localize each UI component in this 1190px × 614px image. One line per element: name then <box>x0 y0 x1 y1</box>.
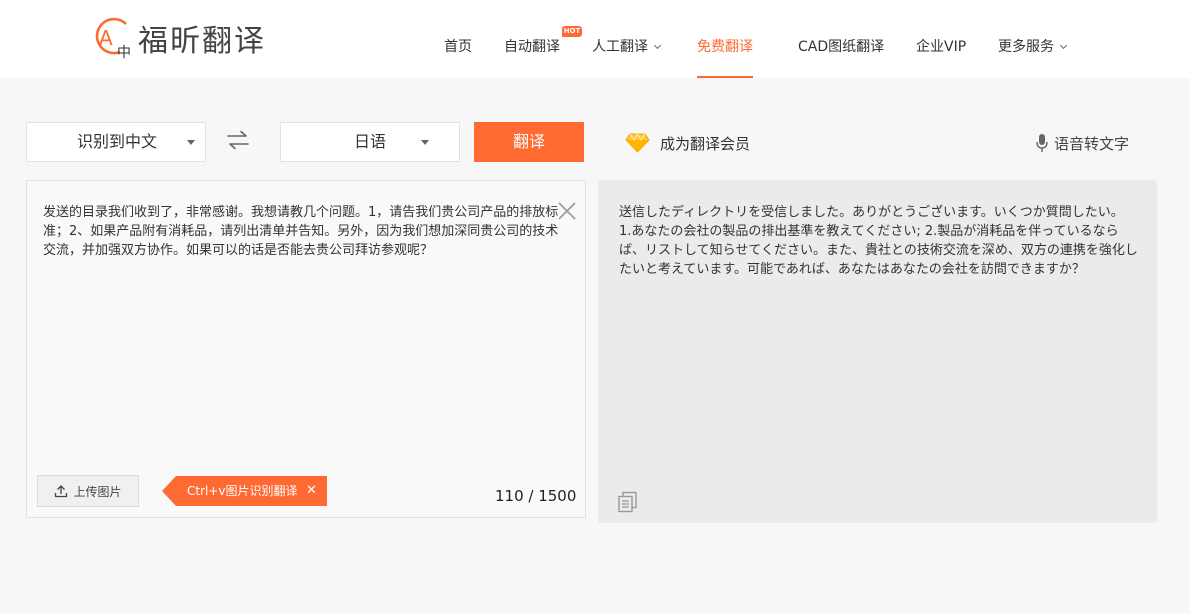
logo-circle-icon: A 中 <box>95 17 131 61</box>
active-nav-underline <box>697 76 753 78</box>
translate-button[interactable]: 翻译 <box>474 122 584 162</box>
swap-arrows-icon[interactable] <box>226 130 250 150</box>
nav-human-translate-label: 人工翻译 <box>592 39 648 55</box>
microphone-icon <box>1036 134 1048 152</box>
voice-label: 语音转文字 <box>1054 134 1130 153</box>
source-textarea[interactable]: 发送的目录我们收到了，非常感谢。我想请教几个问题。1，请告我们贵公司产品的排放标… <box>43 203 563 260</box>
source-language-value: 识别到中文 <box>77 132 158 151</box>
nav-more-services-label: 更多服务 <box>998 39 1054 55</box>
caret-down-icon <box>187 140 195 145</box>
voice-to-text-link[interactable]: 语音转文字 <box>1035 131 1129 155</box>
vip-label: 成为翻译会员 <box>660 134 751 153</box>
source-text-panel[interactable]: 发送的目录我们收到了，非常感谢。我想请教几个问题。1，请告我们贵公司产品的排放标… <box>26 180 586 518</box>
copy-icon[interactable] <box>617 491 639 513</box>
hot-badge: HOT <box>562 26 582 37</box>
brand-name: 福昕翻译 <box>138 24 266 59</box>
upload-image-button[interactable]: 上传图片 <box>37 475 139 507</box>
nav-auto-translate[interactable]: 自动翻译 <box>504 38 560 56</box>
nav-free-translate[interactable]: 免费翻译 <box>697 38 753 56</box>
chevron-down-icon <box>653 41 662 50</box>
tip-arrow <box>162 476 176 506</box>
target-text-panel: 送信したディレクトリを受信しました。ありがとうございます。いくつか質問したい。 … <box>598 180 1157 523</box>
logo-letter-a: A <box>99 26 113 50</box>
top-header: A 中 福昕翻译 首页 自动翻译 HOT 人工翻译 免费翻译 CAD图纸翻译 企… <box>0 0 1190 78</box>
nav-more-services[interactable]: 更多服务 <box>998 38 1068 56</box>
tip-label: Ctrl+v图片识别翻译 <box>176 476 327 506</box>
paste-image-tip: Ctrl+v图片识别翻译 ✕ <box>162 476 327 506</box>
logo-letter-zhong: 中 <box>117 45 131 60</box>
tip-close-icon[interactable]: ✕ <box>306 476 317 506</box>
clear-text-icon[interactable] <box>557 201 577 221</box>
nav-cad-translate[interactable]: CAD图纸翻译 <box>798 38 884 56</box>
logo-mark: A 中 <box>90 16 136 61</box>
chevron-down-icon <box>1059 41 1068 50</box>
upload-label: 上传图片 <box>73 484 122 499</box>
target-language-value: 日语 <box>354 132 387 151</box>
nav-human-translate[interactable]: 人工翻译 <box>592 38 662 56</box>
diamond-icon <box>625 133 650 153</box>
nav-home[interactable]: 首页 <box>444 38 472 56</box>
translation-output: 送信したディレクトリを受信しました。ありがとうございます。いくつか質問したい。 … <box>619 205 1138 277</box>
caret-down-icon <box>421 140 429 145</box>
become-vip-link[interactable]: 成为翻译会员 <box>625 131 750 155</box>
upload-icon <box>55 485 68 498</box>
char-count: 110 / 1500 <box>495 487 577 505</box>
target-language-select[interactable]: 日语 <box>280 122 460 162</box>
source-language-select[interactable]: 识别到中文 <box>26 122 206 162</box>
nav-enterprise-vip[interactable]: 企业VIP <box>916 38 966 56</box>
brand-logo[interactable]: A 中 福昕翻译 <box>90 16 266 61</box>
